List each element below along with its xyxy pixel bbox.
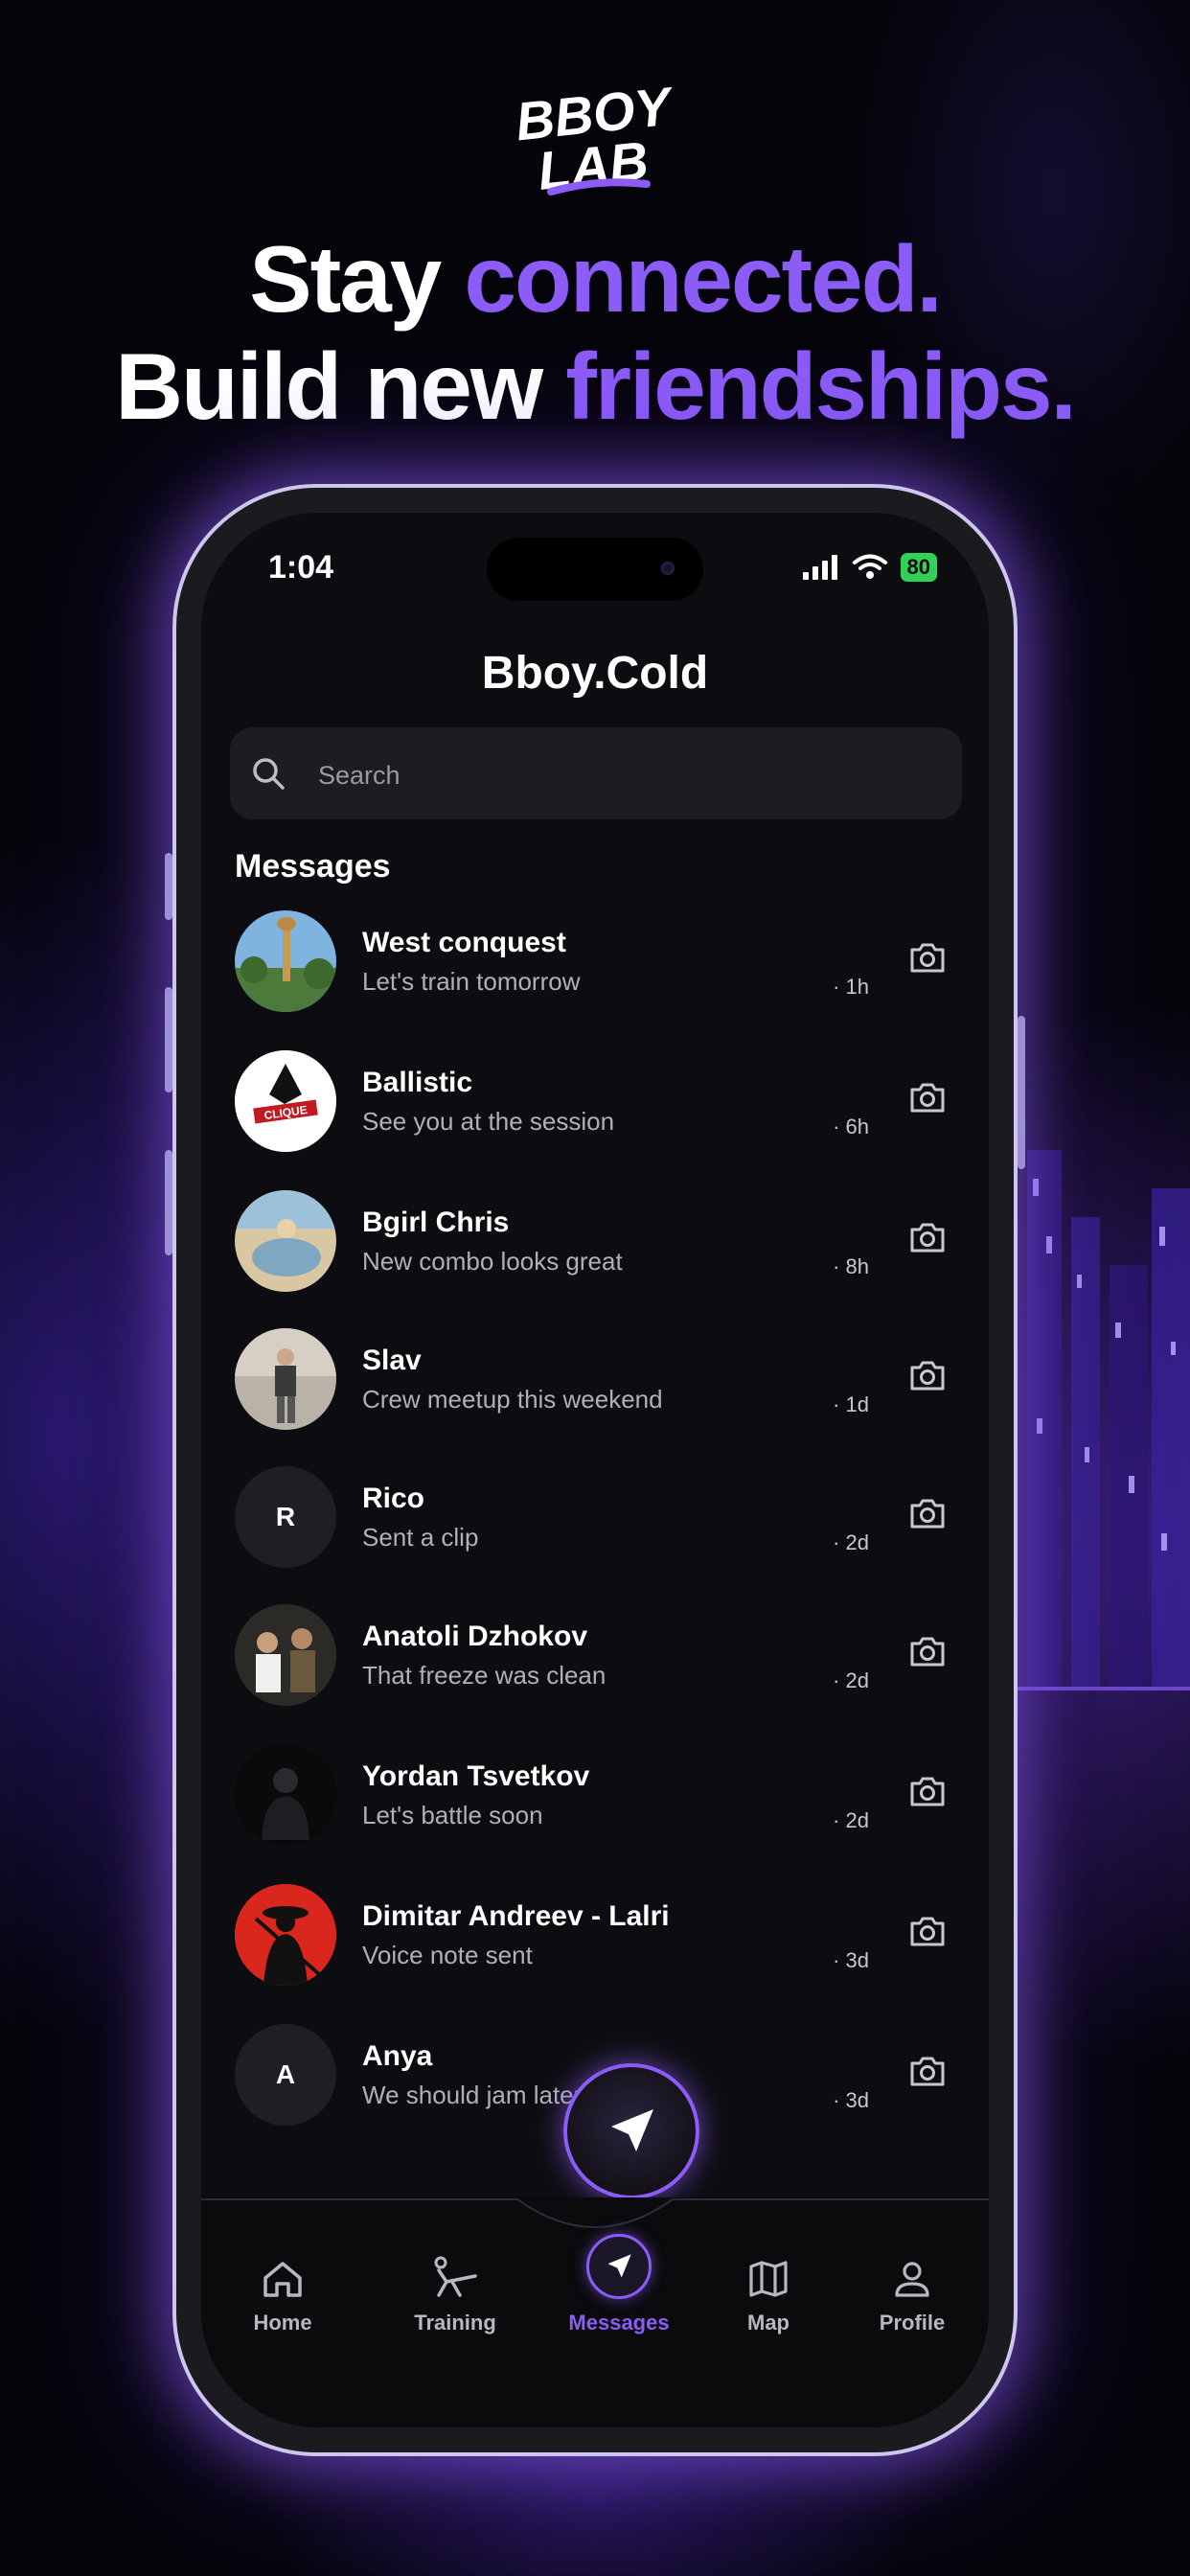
camera-icon[interactable] — [908, 1914, 947, 1948]
camera-icon[interactable] — [908, 1774, 947, 1808]
contact-name: Dimitar Andreev - Lalri — [362, 1900, 670, 1932]
bboy-lab-logo: BBOY LAB — [513, 77, 677, 201]
camera-icon[interactable] — [908, 2054, 947, 2088]
training-icon — [434, 2256, 477, 2297]
avatar — [235, 1884, 336, 1986]
message-age: · 6h — [833, 1115, 869, 1138]
message-age: · 2d — [833, 1668, 869, 1692]
headline-line-1: Stay connected. — [0, 226, 1190, 332]
headline-plain-1: Stay — [249, 226, 465, 332]
headline-plain-2: Build new — [115, 334, 566, 439]
headline-accent-2: friendships. — [565, 334, 1076, 439]
avatar: A — [235, 2024, 336, 2126]
list-item[interactable]: R Rico Sent a clip · 2d — [201, 1461, 989, 1596]
list-item[interactable]: CLIQUE Ballistic See you at the session … — [201, 1046, 989, 1180]
dynamic-island — [487, 538, 703, 601]
avatar — [235, 910, 336, 1012]
message-preview: See you at the session — [362, 1107, 615, 1136]
send-icon — [607, 2254, 631, 2278]
headline-accent-1: connected. — [464, 226, 942, 332]
camera-icon[interactable] — [908, 1634, 947, 1668]
camera-icon[interactable] — [908, 940, 947, 975]
phone-power-button — [1018, 1016, 1025, 1169]
list-item[interactable]: Anatoli Dzhokov That freeze was clean · … — [201, 1599, 989, 1734]
contact-name: Yordan Tsvetkov — [362, 1760, 590, 1792]
contact-name: Rico — [362, 1483, 425, 1514]
phone-side-button — [165, 853, 172, 920]
message-age: · 2d — [833, 1808, 869, 1832]
phone-screen: 1:04 80 Bboy.Cold Search Messages West c… — [201, 513, 989, 2427]
message-preview: Let's train tomorrow — [362, 967, 581, 996]
message-age: · 1h — [833, 975, 869, 999]
message-preview: That freeze was clean — [362, 1661, 606, 1690]
message-age: · 1d — [833, 1392, 869, 1416]
message-preview: We should jam later — [362, 2081, 583, 2109]
search-input[interactable]: Search — [230, 727, 962, 819]
list-item[interactable]: Dimitar Andreev - Lalri Voice note sent … — [201, 1879, 989, 2013]
list-item[interactable]: Yordan Tsvetkov Let's battle soon · 2d — [201, 1739, 989, 1874]
nav-home[interactable]: Home — [216, 2245, 350, 2335]
nav-messages-ring — [586, 2234, 652, 2299]
status-time: 1:04 — [268, 549, 334, 586]
message-preview: New combo looks great — [362, 1247, 623, 1276]
nav-map-label: Map — [747, 2311, 790, 2334]
message-preview: Sent a clip — [362, 1523, 479, 1552]
contact-name: Bgirl Chris — [362, 1207, 510, 1238]
signal-icon — [802, 555, 837, 580]
profile-icon — [895, 2262, 929, 2297]
search-icon — [253, 758, 285, 790]
camera-icon[interactable] — [908, 1358, 947, 1392]
avatar — [235, 1328, 336, 1430]
avatar: R — [235, 1466, 336, 1568]
message-age: · 8h — [833, 1254, 869, 1278]
contact-name: Anatoli Dzhokov — [362, 1621, 588, 1652]
new-message-button[interactable] — [563, 2063, 699, 2199]
nav-map[interactable]: Map — [701, 2245, 835, 2335]
message-age: · 2d — [833, 1530, 869, 1554]
phone-volume-down — [165, 1150, 172, 1255]
map-icon — [749, 2261, 788, 2297]
list-item[interactable]: Slav Crew meetup this weekend · 1d — [201, 1323, 989, 1458]
camera-icon[interactable] — [908, 1496, 947, 1530]
avatar — [235, 1190, 336, 1292]
home-icon — [263, 2262, 302, 2297]
wifi-icon — [852, 554, 887, 579]
camera-icon[interactable] — [908, 1220, 947, 1254]
send-icon — [611, 2109, 653, 2151]
avatar: CLIQUE — [235, 1050, 336, 1152]
city-skyline-decoration — [1018, 1150, 1190, 1690]
headline-line-2: Build new friendships. — [0, 334, 1190, 439]
list-item[interactable]: West conquest Let's train tomorrow · 1h — [201, 906, 989, 1040]
camera-icon[interactable] — [908, 1080, 947, 1115]
avatar — [235, 1744, 336, 1846]
contact-name: Anya — [362, 2040, 433, 2072]
nav-profile-label: Profile — [879, 2311, 946, 2334]
nav-training-label: Training — [414, 2311, 496, 2334]
message-preview: Crew meetup this weekend — [362, 1385, 663, 1414]
messages-section-title: Messages — [235, 848, 391, 885]
nav-profile[interactable]: Profile — [845, 2245, 979, 2335]
nav-messages-label: Messages — [568, 2311, 670, 2334]
list-item[interactable]: Bgirl Chris New combo looks great · 8h — [201, 1185, 989, 1320]
front-camera-icon — [661, 562, 675, 575]
battery-indicator: 80 — [900, 553, 937, 582]
nav-messages[interactable]: Messages — [552, 2234, 686, 2335]
phone-volume-up — [165, 987, 172, 1092]
message-preview: Voice note sent — [362, 1941, 533, 1969]
contact-name: Ballistic — [362, 1067, 473, 1098]
message-age: · 3d — [833, 1948, 869, 1972]
contact-name: Slav — [362, 1345, 422, 1376]
page-title: Bboy.Cold — [481, 648, 709, 699]
avatar — [235, 1604, 336, 1706]
nav-training[interactable]: Training — [388, 2245, 522, 2335]
bottom-navigation: Home Training Messages Map Profile — [201, 2197, 989, 2427]
message-age: · 3d — [833, 2088, 869, 2112]
search-placeholder: Search — [318, 761, 400, 790]
nav-home-label: Home — [253, 2311, 312, 2334]
contact-name: West conquest — [362, 927, 566, 958]
status-indicators: 80 — [802, 551, 937, 584]
message-preview: Let's battle soon — [362, 1801, 543, 1829]
